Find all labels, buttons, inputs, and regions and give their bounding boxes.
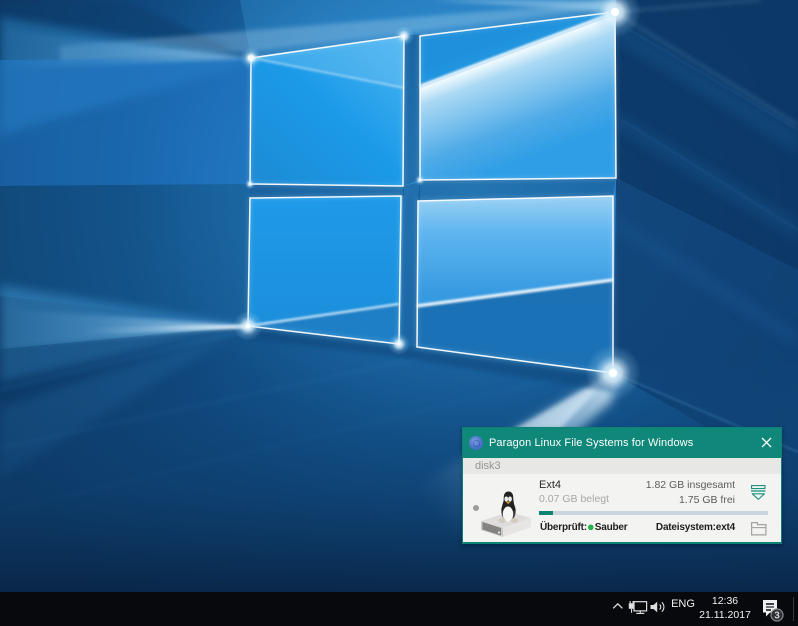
svg-text:3: 3 bbox=[774, 611, 780, 622]
